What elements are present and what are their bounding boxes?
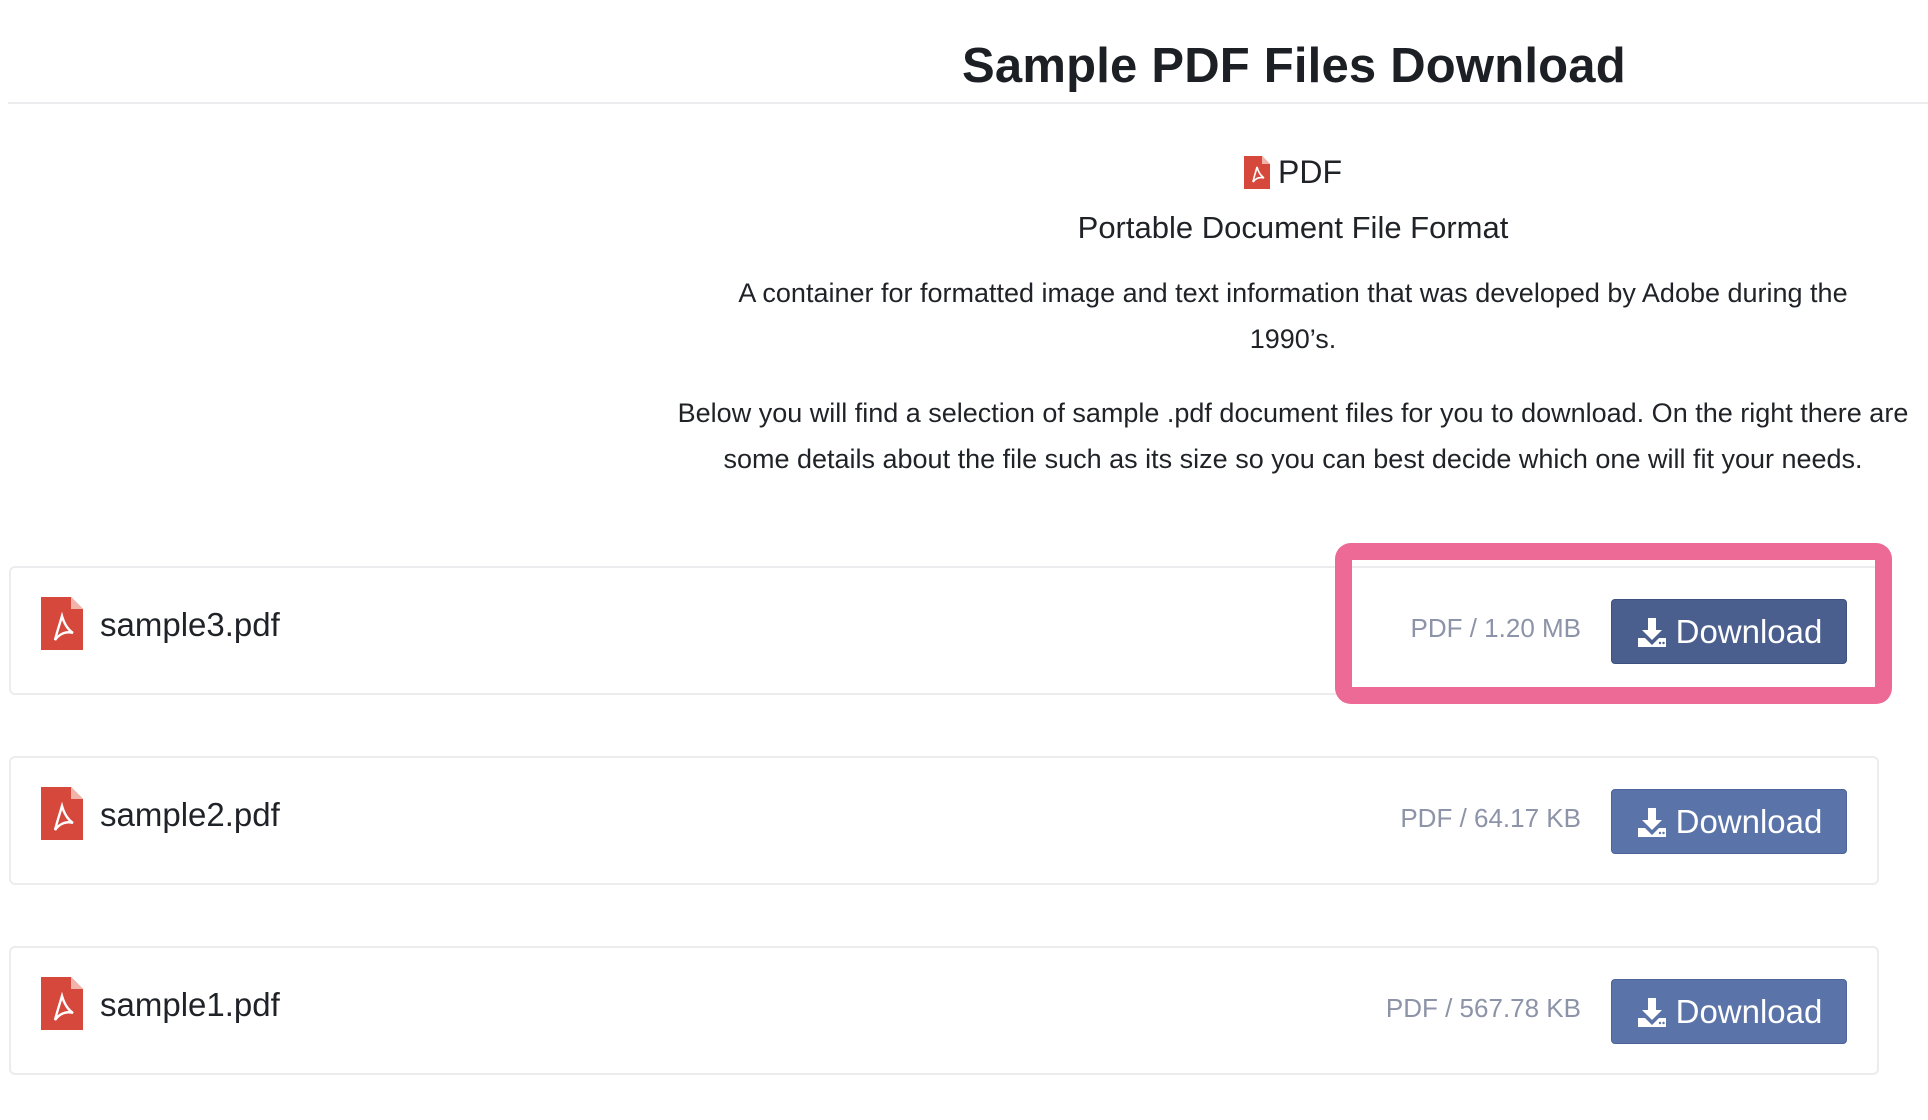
pdf-file-icon	[1244, 155, 1270, 189]
file-name[interactable]: sample2.pdf	[100, 796, 280, 834]
download-button[interactable]: Download	[1611, 979, 1847, 1044]
file-name[interactable]: sample1.pdf	[100, 986, 280, 1024]
pdf-file-icon	[41, 787, 83, 840]
page: Sample PDF Files Download PDF Portable D…	[0, 0, 1928, 1120]
format-description: A container for formatted image and text…	[738, 278, 1848, 354]
download-icon	[1637, 617, 1666, 647]
pdf-file-icon	[41, 597, 83, 650]
download-label: Download	[1675, 612, 1823, 650]
download-button[interactable]: Download	[1611, 599, 1847, 664]
intro-section: PDF Portable Document File Format A cont…	[658, 150, 1928, 482]
download-icon	[1637, 997, 1666, 1027]
format-fullname: Portable Document File Format	[1077, 210, 1509, 245]
pdf-file-icon	[41, 977, 83, 1030]
format-label: PDF	[1278, 153, 1342, 190]
file-meta: PDF / 1.20 MB	[1410, 613, 1582, 643]
file-row-sample3: sample3.pdf PDF / 1.20 MB Download	[9, 566, 1879, 695]
header-divider	[8, 102, 1928, 104]
download-label: Download	[1675, 802, 1823, 840]
format-heading: PDF	[658, 150, 1928, 194]
file-name[interactable]: sample3.pdf	[100, 606, 280, 644]
download-icon	[1637, 807, 1666, 837]
file-row-sample2: sample2.pdf PDF / 64.17 KB Download	[9, 756, 1879, 885]
page-title: Sample PDF Files Download	[962, 39, 1626, 93]
download-button[interactable]: Download	[1611, 789, 1847, 854]
download-label: Download	[1675, 992, 1823, 1030]
intro-text: Below you will find a selection of sampl…	[677, 398, 1909, 474]
file-meta: PDF / 64.17 KB	[1400, 803, 1581, 833]
file-row-sample1: sample1.pdf PDF / 567.78 KB Download	[9, 946, 1879, 1075]
file-meta: PDF / 567.78 KB	[1385, 993, 1581, 1023]
